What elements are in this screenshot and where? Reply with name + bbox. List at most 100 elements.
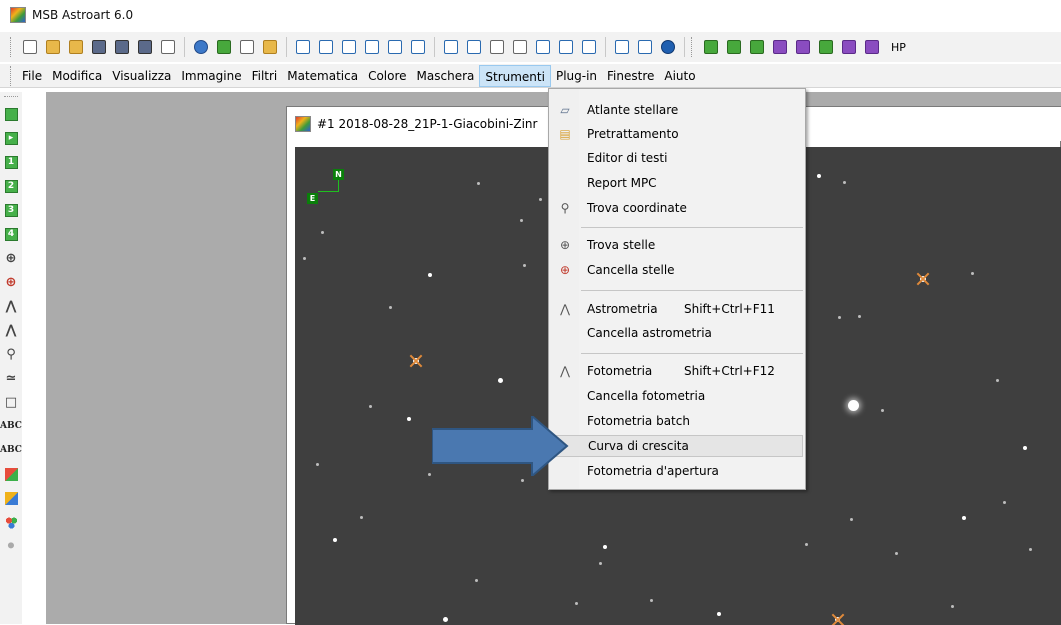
help-button[interactable] <box>658 37 678 57</box>
surface-button[interactable] <box>362 37 382 57</box>
menu-item-astrometria[interactable]: ⋀ Astrometria Shift+Ctrl+F11 <box>551 298 803 320</box>
toolbar-separator <box>434 37 435 57</box>
menu-item-atlante-stellare[interactable]: ▱ Atlante stellare <box>551 99 803 121</box>
profile-button[interactable] <box>339 37 359 57</box>
menu-strumenti[interactable]: Strumenti <box>479 64 551 87</box>
menu-item-curva-di-crescita[interactable]: Curva di crescita <box>551 435 803 457</box>
toolbar-grip[interactable] <box>691 37 694 57</box>
menubar-grip[interactable] <box>10 65 13 86</box>
copy-button[interactable] <box>237 37 257 57</box>
lock-button[interactable]: ⚫ <box>3 536 19 556</box>
plugin-minus-button[interactable] <box>724 37 744 57</box>
menu-separator <box>581 290 803 291</box>
menu-modifica[interactable]: Modifica <box>47 65 107 87</box>
left-toolbar-grip[interactable] <box>4 96 18 100</box>
chart-button[interactable] <box>612 37 632 57</box>
window-min-button[interactable] <box>441 37 461 57</box>
info-button[interactable] <box>385 37 405 57</box>
play-button[interactable]: ▸ <box>3 128 19 148</box>
channel-4-button[interactable]: 4 <box>3 224 19 244</box>
open-recent-button[interactable] <box>66 37 86 57</box>
toolbar-grip[interactable] <box>10 37 13 57</box>
rgb-button[interactable] <box>3 512 19 532</box>
menu-separator <box>581 227 803 228</box>
menu-item-report-mpc[interactable]: Report MPC <box>551 172 803 194</box>
new-file-button[interactable] <box>20 37 40 57</box>
menu-matematica[interactable]: Matematica <box>282 65 363 87</box>
monitor-button[interactable] <box>533 37 553 57</box>
menu-item-cancella-astrometria[interactable]: Cancella astrometria <box>551 322 803 344</box>
menu-file[interactable]: File <box>17 65 47 87</box>
menu-aiuto[interactable]: Aiuto <box>659 65 700 87</box>
paste-button[interactable] <box>260 37 280 57</box>
open-button[interactable] <box>43 37 63 57</box>
menu-maschera[interactable]: Maschera <box>412 65 480 87</box>
zoom-view-icon <box>296 40 310 54</box>
menu-item-trova-stelle[interactable]: ⊕ Trova stelle <box>551 234 803 256</box>
plugin-plus-button[interactable] <box>816 37 836 57</box>
star <box>996 379 999 382</box>
crosshair-button[interactable] <box>579 37 599 57</box>
zoom-in-button[interactable] <box>487 37 507 57</box>
menu-item-shortcut: Shift+Ctrl+F12 <box>684 364 775 378</box>
menu-item-fotometria-apertura[interactable]: Fotometria d'apertura <box>551 460 803 482</box>
color-balance-button[interactable] <box>3 488 19 508</box>
stop-button[interactable] <box>3 104 19 124</box>
refresh-button[interactable] <box>191 37 211 57</box>
graph-tool-button[interactable]: ≃ <box>3 368 19 388</box>
star <box>881 409 884 412</box>
save-as-button[interactable] <box>112 37 132 57</box>
close-button[interactable] <box>158 37 178 57</box>
window-icon <box>161 40 175 54</box>
plugin-x-button[interactable] <box>839 37 859 57</box>
plugin-f-button[interactable] <box>862 37 882 57</box>
zoom-out-button[interactable] <box>510 37 530 57</box>
menu-filtri[interactable]: Filtri <box>247 65 283 87</box>
menu-item-cancella-fotometria[interactable]: Cancella fotometria <box>551 385 803 407</box>
atlas-button[interactable] <box>635 37 655 57</box>
menu-item-cancella-stelle[interactable]: ⊕ Cancella stelle <box>551 259 803 281</box>
statistics-button[interactable] <box>408 37 428 57</box>
plugin-add-button[interactable] <box>701 37 721 57</box>
menu-item-trova-coordinate[interactable]: ⚲ Trova coordinate <box>551 197 803 219</box>
save-all-button[interactable] <box>135 37 155 57</box>
menu-item-label: Fotometria <box>587 364 653 378</box>
channel-3-button[interactable]: 3 <box>3 200 19 220</box>
channel-2-button[interactable]: 2 <box>3 176 19 196</box>
menu-item-editor-di-testi[interactable]: Editor di testi <box>551 147 803 169</box>
plugin-d-button[interactable] <box>770 37 790 57</box>
plugin-m-button[interactable] <box>793 37 813 57</box>
color-composite-button[interactable] <box>3 464 19 484</box>
view-zoom-button[interactable] <box>293 37 313 57</box>
menu-plug-in[interactable]: Plug-in <box>551 65 602 87</box>
star <box>428 273 432 277</box>
info-icon <box>388 40 402 54</box>
menu-finestre[interactable]: Finestre <box>602 65 659 87</box>
star <box>817 174 821 178</box>
menu-visualizza[interactable]: Visualizza <box>107 65 176 87</box>
menu-immagine[interactable]: Immagine <box>176 65 246 87</box>
split-button[interactable] <box>556 37 576 57</box>
star <box>523 264 526 267</box>
text-edit-tool-button[interactable]: ABC <box>0 440 22 460</box>
histogram-button[interactable] <box>316 37 336 57</box>
grid-button[interactable] <box>214 37 234 57</box>
channel-1-button[interactable]: 1 <box>3 152 19 172</box>
plugin-equal-button[interactable] <box>747 37 767 57</box>
save-button[interactable] <box>89 37 109 57</box>
window-tile-button[interactable] <box>464 37 484 57</box>
astrometry-tool-button[interactable]: ⋀ <box>3 296 19 316</box>
toolbar-hp-label[interactable]: HP <box>891 41 906 54</box>
menu-item-pretrattamento[interactable]: ▤ Pretrattamento <box>551 123 803 145</box>
photometry-tool-button[interactable]: ⋀ <box>3 320 19 340</box>
text-tool-button[interactable]: ABC <box>0 416 22 436</box>
delete-stars-tool-button[interactable]: ⊕ <box>3 272 19 292</box>
menu-colore[interactable]: Colore <box>363 65 411 87</box>
star <box>321 231 324 234</box>
find-coordinates-tool-button[interactable]: ⚲ <box>3 344 19 364</box>
menu-item-fotometria[interactable]: ⋀ Fotometria Shift+Ctrl+F12 <box>551 360 803 382</box>
selection-tool-button[interactable]: □ <box>3 392 19 412</box>
find-stars-tool-button[interactable]: ⊕ <box>3 248 19 268</box>
menu-item-fotometria-batch[interactable]: Fotometria batch <box>551 410 803 432</box>
delete-stars-icon: ⊕ <box>559 263 571 277</box>
